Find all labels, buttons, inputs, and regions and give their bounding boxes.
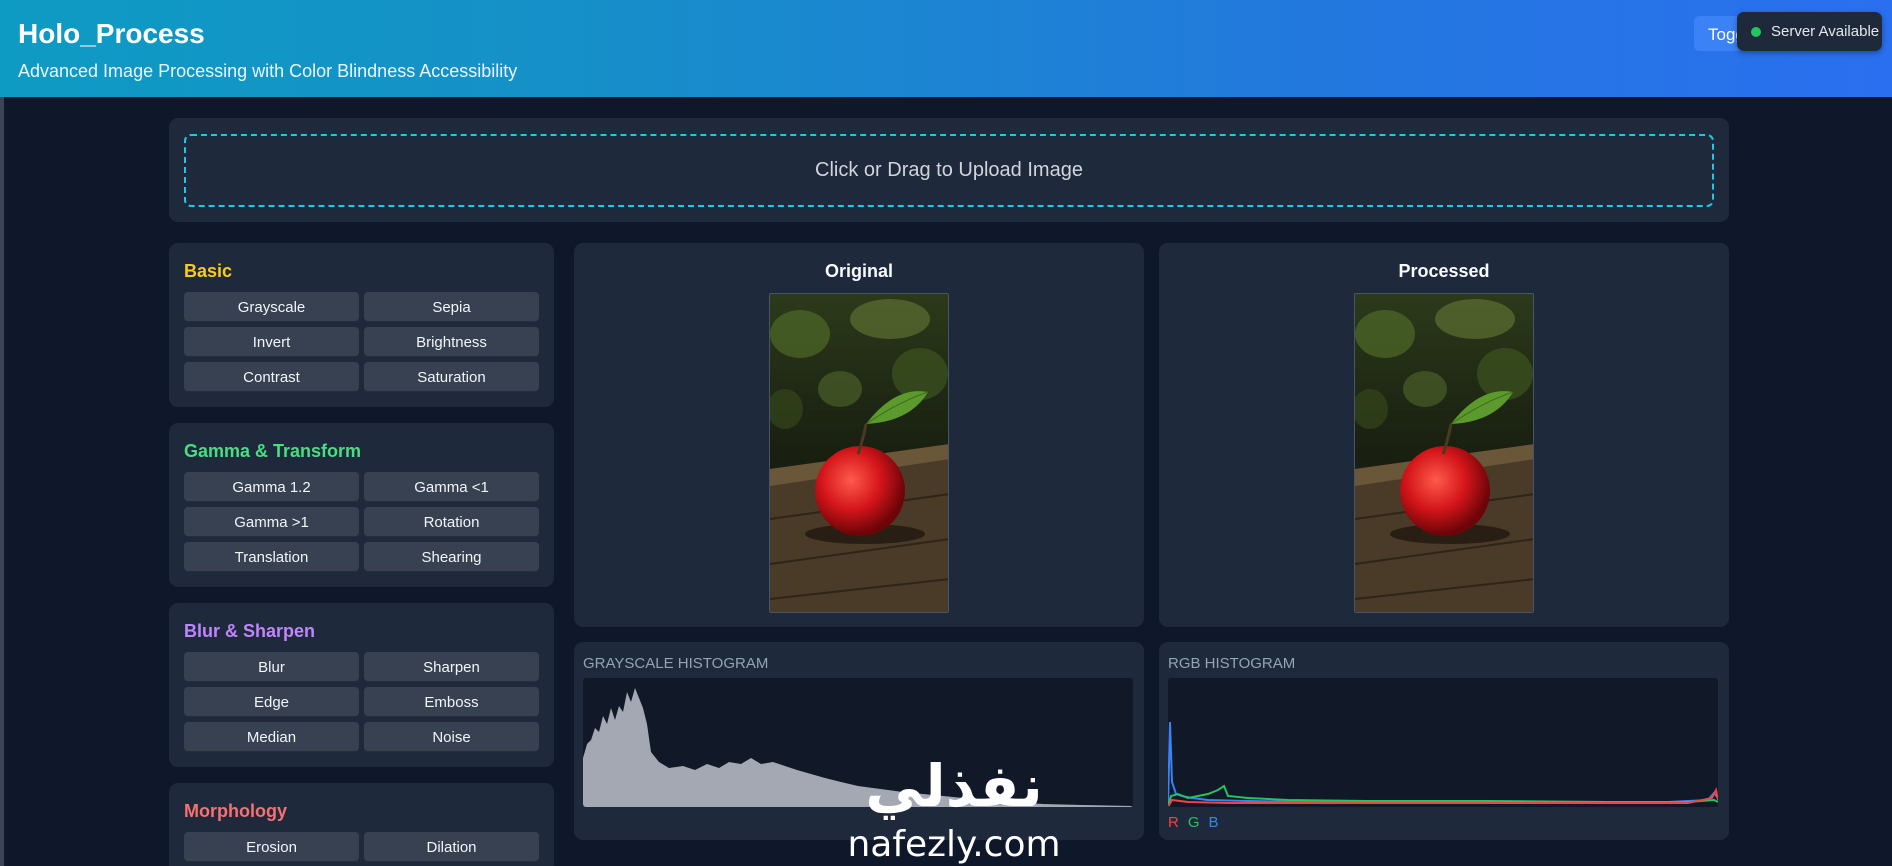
brightness-button[interactable]: Brightness — [364, 327, 539, 357]
upload-dropzone[interactable]: Click or Drag to Upload Image — [184, 134, 1714, 207]
erosion-button[interactable]: Erosion — [184, 832, 359, 862]
rgb-histogram-title: RGB HISTOGRAM — [1168, 655, 1296, 672]
section-basic: Basic Grayscale Sepia Invert Brightness … — [169, 243, 554, 407]
button-grid: Erosion Dilation — [184, 832, 539, 862]
section-title: Blur & Sharpen — [184, 621, 316, 641]
button-grid: Blur Sharpen Edge Emboss Median Noise — [184, 652, 539, 752]
rotation-button[interactable]: Rotation — [364, 507, 539, 537]
translation-button[interactable]: Translation — [184, 542, 359, 572]
invert-button[interactable]: Invert — [184, 327, 359, 357]
original-panel: Original — [574, 243, 1144, 627]
original-image — [769, 293, 949, 613]
grayscale-button[interactable]: Grayscale — [184, 292, 359, 322]
app-header: Holo_Process Advanced Image Processing w… — [0, 0, 1892, 97]
gamma-1-2-button[interactable]: Gamma 1.2 — [184, 472, 359, 502]
grayscale-histogram-title: GRAYSCALE HISTOGRAM — [583, 655, 769, 672]
blur-button[interactable]: Blur — [184, 652, 359, 682]
section-title: Gamma & Transform — [184, 441, 362, 461]
upload-label: Click or Drag to Upload Image — [815, 159, 1083, 181]
rgb-histogram-chart — [1168, 678, 1718, 807]
section-blur-sharpen: Blur & Sharpen Blur Sharpen Edge Emboss … — [169, 603, 554, 767]
window-edge — [0, 0, 4, 866]
section-morphology: Morphology Erosion Dilation — [169, 783, 554, 866]
median-button[interactable]: Median — [184, 722, 359, 752]
processed-panel: Processed — [1159, 243, 1729, 627]
grayscale-histogram-chart — [583, 678, 1133, 807]
legend-g: G — [1187, 814, 1200, 831]
dilation-button[interactable]: Dilation — [364, 832, 539, 862]
contrast-button[interactable]: Contrast — [184, 362, 359, 392]
app-subtitle: Advanced Image Processing with Color Bli… — [18, 61, 518, 81]
sepia-button[interactable]: Sepia — [364, 292, 539, 322]
shearing-button[interactable]: Shearing — [364, 542, 539, 572]
section-gamma-transform: Gamma & Transform Gamma 1.2 Gamma <1 Gam… — [169, 423, 554, 587]
upload-card: Click or Drag to Upload Image — [169, 118, 1729, 222]
sharpen-button[interactable]: Sharpen — [364, 652, 539, 682]
legend-b: B — [1208, 814, 1219, 831]
grayscale-histogram-panel: GRAYSCALE HISTOGRAM — [574, 642, 1144, 840]
status-dot-icon — [1751, 26, 1761, 37]
processed-image — [1354, 293, 1534, 613]
rgb-histogram-panel: RGB HISTOGRAM R G B — [1159, 642, 1729, 840]
saturation-button[interactable]: Saturation — [364, 362, 539, 392]
server-status-label: Server Available — [1771, 23, 1880, 40]
button-grid: Grayscale Sepia Invert Brightness Contra… — [184, 292, 539, 392]
rgb-legend: R G B — [1168, 814, 1219, 831]
edge-button[interactable]: Edge — [184, 687, 359, 717]
emboss-button[interactable]: Emboss — [364, 687, 539, 717]
section-title: Basic — [184, 261, 233, 281]
noise-button[interactable]: Noise — [364, 722, 539, 752]
processed-title: Processed — [1398, 261, 1490, 281]
gamma-greater-than-1-button[interactable]: Gamma >1 — [184, 507, 359, 537]
app-title: Holo_Process — [18, 18, 205, 49]
original-title: Original — [824, 261, 893, 281]
gamma-less-than-1-button[interactable]: Gamma <1 — [364, 472, 539, 502]
section-title: Morphology — [184, 801, 287, 821]
legend-r: R — [1168, 814, 1179, 831]
button-grid: Gamma 1.2 Gamma <1 Gamma >1 Rotation Tra… — [184, 472, 539, 572]
server-status-badge: Server Available — [1737, 12, 1882, 51]
